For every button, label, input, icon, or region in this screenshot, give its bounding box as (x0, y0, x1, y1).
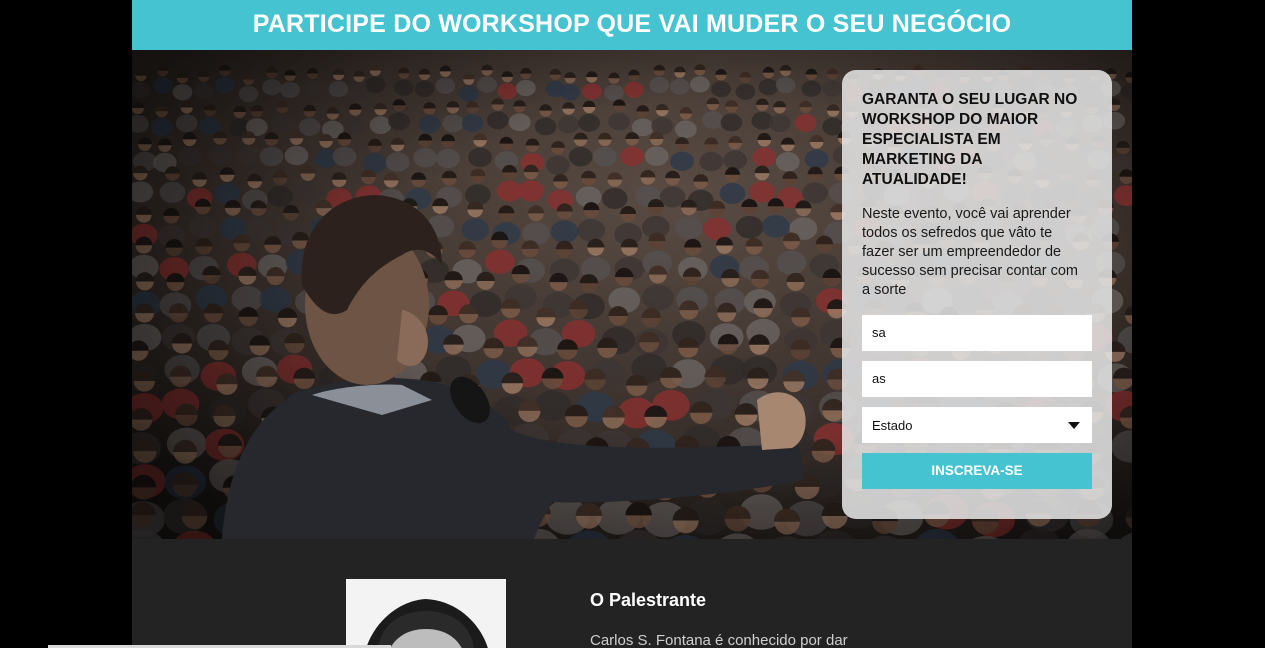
page-title: PARTICIPE DO WORKSHOP QUE VAI MUDER O SE… (252, 10, 1012, 38)
signup-card-description: Neste evento, você vai aprender todos os… (862, 206, 1078, 298)
signup-card-title: GARANTA O SEU LUGAR NO WORKSHOP DO MAIOR… (862, 91, 1078, 188)
landing-page: PARTICIPE DO WORKSHOP QUE VAI MUDER O SE… (132, 0, 1132, 648)
speaker-photo (346, 579, 506, 648)
caret-down-icon (1068, 422, 1080, 429)
subscribe-button[interactable]: INSCREVA-SE (862, 453, 1092, 489)
state-select[interactable]: Estado (862, 407, 1092, 443)
speaker-heading: O Palestrante (590, 590, 707, 610)
state-select-value: Estado (872, 418, 913, 433)
speaker-portrait (346, 579, 506, 648)
speaker-bio: Carlos S. Fontana é conhecido por dar (590, 632, 848, 648)
signup-card: GARANTA O SEU LUGAR NO WORKSHOP DO MAIOR… (842, 70, 1112, 519)
email-input[interactable] (862, 361, 1092, 397)
name-input[interactable] (862, 315, 1092, 351)
page-title-banner: PARTICIPE DO WORKSHOP QUE VAI MUDER O SE… (132, 0, 1132, 50)
